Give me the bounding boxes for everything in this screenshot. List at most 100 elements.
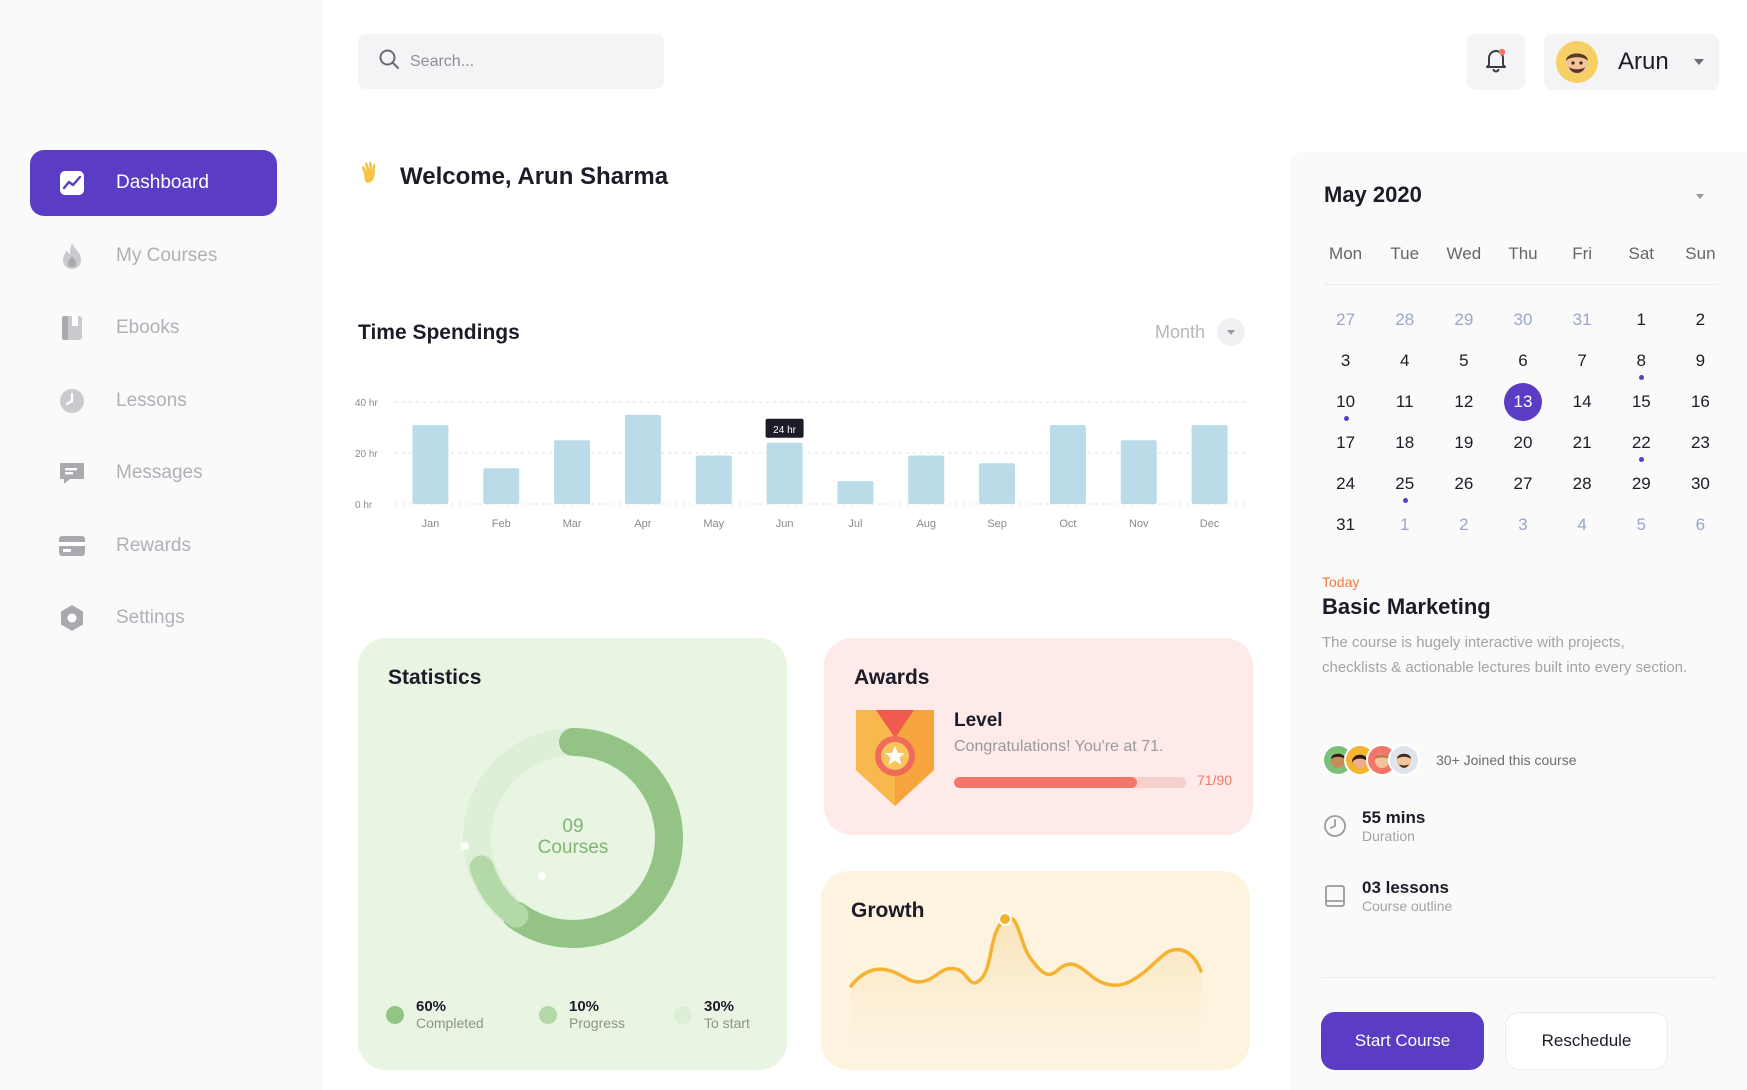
- event-dot: [1343, 416, 1349, 421]
- calendar-day[interactable]: 10: [1316, 381, 1375, 422]
- calendar-day[interactable]: 23: [1671, 422, 1730, 463]
- period-filter[interactable]: Month: [1155, 318, 1246, 346]
- calendar-day[interactable]: 27: [1316, 299, 1375, 340]
- calendar-day[interactable]: 20: [1493, 422, 1552, 463]
- divider: [1322, 977, 1716, 978]
- x-tick-label: Jun: [776, 518, 794, 530]
- legend-label: Progress: [569, 1015, 626, 1031]
- calendar-day[interactable]: 12: [1434, 381, 1493, 422]
- sidebar-item-my-courses[interactable]: My Courses: [30, 223, 277, 289]
- book-icon: [58, 314, 86, 342]
- calendar-day[interactable]: 6: [1493, 340, 1552, 381]
- gear-icon: [58, 604, 86, 632]
- sidebar-item-label: Ebooks: [116, 317, 180, 338]
- legend-pct: 30%: [704, 998, 735, 1015]
- calendar-day-number: 10: [1336, 391, 1356, 411]
- legend-item-to-start: 30% To start: [674, 998, 750, 1031]
- calendar-day[interactable]: 15: [1612, 381, 1671, 422]
- search-box[interactable]: [358, 34, 664, 89]
- calendar-day[interactable]: 26: [1434, 463, 1493, 504]
- bar-jun: [766, 442, 803, 504]
- calendar-day[interactable]: 19: [1434, 422, 1493, 463]
- calendar-day[interactable]: 24: [1316, 463, 1375, 504]
- waving-hand-icon: [358, 160, 384, 193]
- sidebar-item-rewards[interactable]: Rewards: [30, 513, 277, 579]
- calendar-day[interactable]: 2: [1671, 299, 1730, 340]
- donut-center-value: 09: [562, 816, 583, 837]
- award-level-label: Level: [954, 710, 1003, 731]
- right-panel: May 2020 Mon Tue Wed Thu Fri Sat Sun 27 28 29 30 3…: [1290, 152, 1747, 1090]
- sidebar-item-lessons[interactable]: Lessons: [30, 368, 277, 434]
- bar-apr: [624, 414, 661, 504]
- calendar-day[interactable]: 21: [1553, 422, 1612, 463]
- calendar-day[interactable]: 28: [1375, 299, 1434, 340]
- bar-oct: [1049, 424, 1086, 504]
- calendar-day[interactable]: 30: [1671, 463, 1730, 504]
- calendar-day[interactable]: 27: [1493, 463, 1552, 504]
- sidebar-nav: Dashboard My Courses Ebooks Lessons Mess…: [30, 150, 277, 658]
- x-tick-label: Mar: [563, 518, 582, 530]
- search-input[interactable]: [410, 52, 630, 71]
- calendar-day[interactable]: 8: [1612, 340, 1671, 381]
- calendar-day[interactable]: 11: [1375, 381, 1434, 422]
- sidebar-item-messages[interactable]: Messages: [30, 440, 277, 506]
- award-message: Congratulations! You're at 71.: [954, 738, 1164, 755]
- calendar-day-number: 7: [1577, 350, 1587, 370]
- calendar-day[interactable]: 4: [1375, 340, 1434, 381]
- calendar-day[interactable]: 30: [1493, 299, 1552, 340]
- x-tick-label: Sep: [987, 518, 1007, 530]
- calendar-day[interactable]: 31: [1553, 299, 1612, 340]
- calendar-day[interactable]: 1: [1375, 504, 1434, 545]
- calendar-day[interactable]: 5: [1612, 504, 1671, 545]
- calendar-day-today[interactable]: 13: [1493, 381, 1552, 422]
- weekday-label: Thu: [1508, 244, 1538, 263]
- start-course-button[interactable]: Start Course: [1321, 1012, 1484, 1070]
- y-tick-label: 0 hr: [355, 500, 373, 511]
- calendar-day[interactable]: 1: [1612, 299, 1671, 340]
- sidebar-item-ebooks[interactable]: Ebooks: [30, 295, 277, 361]
- book-icon: [1322, 884, 1348, 908]
- calendar-day[interactable]: 31: [1316, 504, 1375, 545]
- calendar-day[interactable]: 14: [1553, 381, 1612, 422]
- calendar-day-number: 2: [1695, 309, 1706, 329]
- calendar-day[interactable]: 4: [1553, 504, 1612, 545]
- sidebar-item-dashboard[interactable]: Dashboard: [30, 150, 277, 216]
- x-tick-label: Nov: [1129, 518, 1149, 530]
- growth-chart: [849, 912, 1203, 1051]
- calendar-day-number: 21: [1572, 432, 1592, 452]
- bar-feb: [483, 468, 520, 504]
- calendar-day[interactable]: 3: [1316, 340, 1375, 381]
- calendar-day[interactable]: 22: [1612, 422, 1671, 463]
- calendar-day[interactable]: 7: [1553, 340, 1612, 381]
- calendar-day[interactable]: 9: [1671, 340, 1730, 381]
- award-progress-fill: [954, 777, 1138, 788]
- calendar-day[interactable]: 29: [1434, 299, 1493, 340]
- awards-card: Awards Level Congratulations! You're at …: [824, 638, 1253, 835]
- calendar-day-number: 15: [1631, 391, 1651, 411]
- sidebar-item-settings[interactable]: Settings: [30, 585, 277, 651]
- message-icon: [58, 459, 86, 487]
- calendar-day-number: 1: [1399, 514, 1410, 534]
- calendar-day-number: 4: [1577, 514, 1587, 534]
- calendar-day[interactable]: 2: [1434, 504, 1493, 545]
- chevron-down-icon[interactable]: [1686, 182, 1714, 210]
- calendar-day-number: 9: [1695, 350, 1706, 370]
- calendar-day[interactable]: 17: [1316, 422, 1375, 463]
- calendar-day[interactable]: 18: [1375, 422, 1434, 463]
- calendar-day-number: 27: [1513, 473, 1533, 493]
- calendar-title: May 2020: [1324, 182, 1422, 207]
- welcome-heading: Welcome, Arun Sharma: [358, 160, 668, 193]
- reschedule-button[interactable]: Reschedule: [1505, 1012, 1668, 1070]
- calendar-day[interactable]: 28: [1553, 463, 1612, 504]
- notifications-button[interactable]: [1467, 34, 1525, 90]
- calendar-day[interactable]: 16: [1671, 381, 1730, 422]
- user-menu[interactable]: Arun: [1544, 34, 1719, 90]
- y-tick-label: 40 hr: [355, 398, 378, 409]
- legend-dot: [674, 1006, 692, 1024]
- calendar-day[interactable]: 5: [1434, 340, 1493, 381]
- calendar-day[interactable]: 3: [1493, 504, 1552, 545]
- calendar-day[interactable]: 29: [1612, 463, 1671, 504]
- calendar-day[interactable]: 6: [1671, 504, 1730, 545]
- duration-label: Duration: [1362, 828, 1415, 844]
- calendar-day[interactable]: 25: [1375, 463, 1434, 504]
